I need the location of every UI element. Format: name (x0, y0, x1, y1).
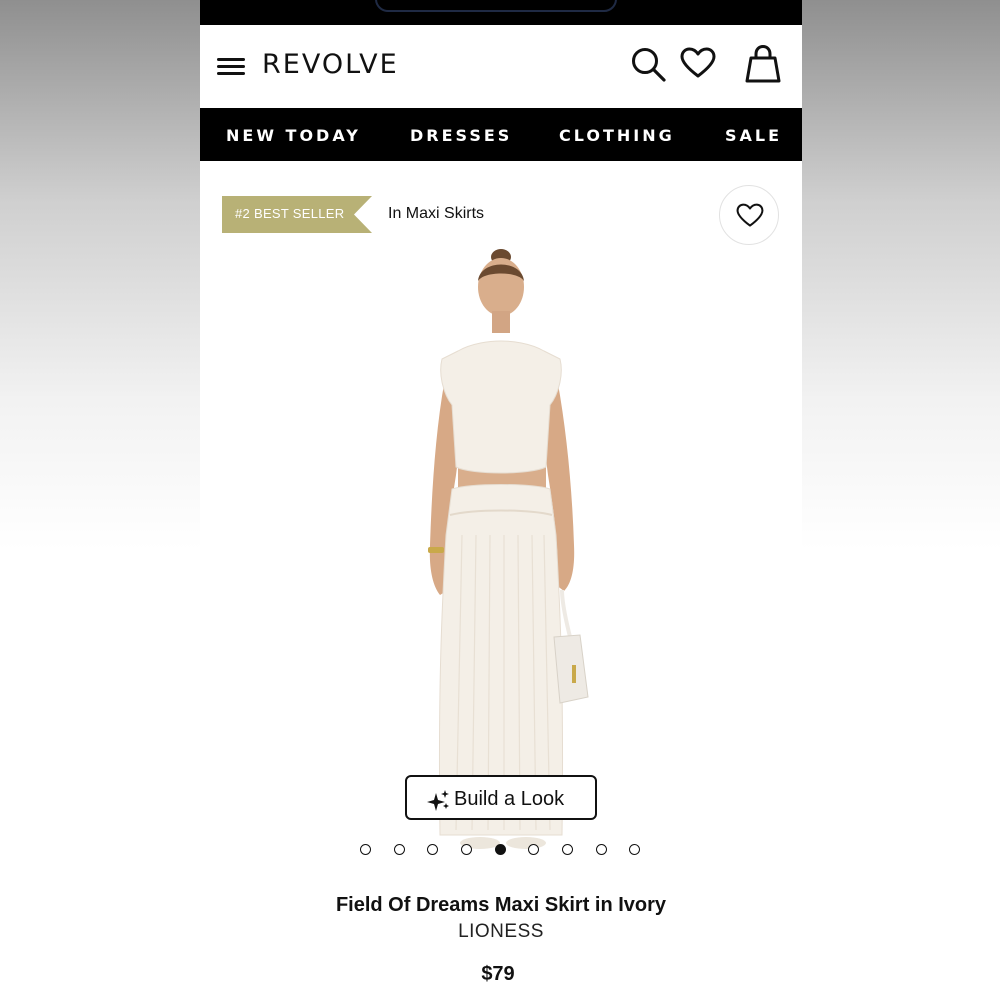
carousel-dot[interactable] (562, 844, 573, 855)
best-seller-label: #2 BEST SELLER (235, 206, 345, 221)
carousel-dot[interactable] (528, 844, 539, 855)
status-bar (200, 0, 802, 25)
product-title: Field Of Dreams Maxi Skirt in Ivory (335, 894, 667, 916)
nav-sale[interactable]: SALE (725, 126, 782, 145)
revolve-logo[interactable]: REVOLVE (262, 49, 399, 80)
best-seller-badge: #2 BEST SELLER (222, 196, 372, 233)
carousel-dot-active[interactable] (495, 844, 506, 855)
add-to-wishlist-button[interactable] (719, 185, 779, 245)
carousel-dot[interactable] (461, 844, 472, 855)
carousel-dot[interactable] (360, 844, 371, 855)
carousel-dot[interactable] (427, 844, 438, 855)
product-image[interactable] (200, 245, 802, 860)
build-a-look-button[interactable]: Build a Look (405, 775, 597, 820)
best-seller-category[interactable]: In Maxi Skirts (388, 205, 484, 223)
shopping-bag-icon[interactable] (745, 44, 781, 84)
nav-new-today[interactable]: NEW TODAY (226, 126, 361, 145)
site-header: REVOLVE (200, 25, 802, 108)
dynamic-island (375, 0, 617, 12)
image-carousel-dots (360, 844, 650, 856)
phone-screen: REVOLVE NEW TODAY DRESSES CLOTHING SALE … (200, 0, 802, 1000)
product-price: $79 (481, 963, 515, 985)
heart-icon (736, 203, 764, 227)
carousel-dot[interactable] (394, 844, 405, 855)
carousel-dot[interactable] (629, 844, 640, 855)
hamburger-menu-icon[interactable] (217, 56, 247, 78)
product-brand[interactable]: LIONESS (200, 921, 802, 943)
build-a-look-label: Build a Look (454, 788, 565, 810)
search-icon[interactable] (630, 46, 668, 84)
nav-dresses[interactable]: DRESSES (410, 126, 512, 145)
carousel-dot[interactable] (596, 844, 607, 855)
nav-clothing[interactable]: CLOTHING (559, 126, 675, 145)
category-nav: NEW TODAY DRESSES CLOTHING SALE (200, 108, 802, 161)
sparkles-icon (427, 790, 449, 811)
heart-icon[interactable] (680, 47, 716, 79)
